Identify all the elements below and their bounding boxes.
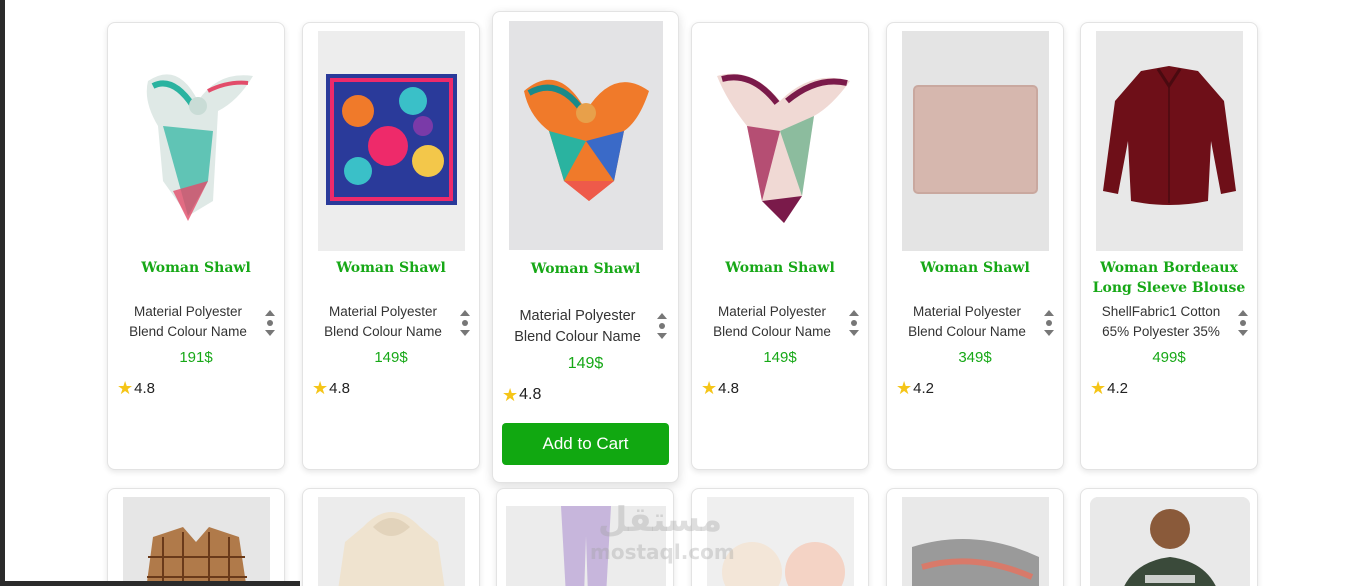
product-card[interactable] xyxy=(107,488,285,586)
product-title[interactable]: Woman Shawl xyxy=(499,259,672,279)
product-image xyxy=(318,497,465,586)
product-title[interactable]: Woman Shawl xyxy=(309,258,473,278)
product-title[interactable]: Woman Shawl xyxy=(114,258,278,278)
rating-value: 4.8 xyxy=(329,379,350,397)
star-icon: ★ xyxy=(117,378,134,398)
product-price: 499$ xyxy=(1152,349,1186,366)
scroll-arrows-icon[interactable] xyxy=(1237,306,1249,340)
product-image xyxy=(1090,497,1250,586)
scroll-arrows-icon[interactable] xyxy=(264,306,276,340)
product-card[interactable]: Woman Shawl Material Polyester Blend Col… xyxy=(691,22,869,470)
product-rating: ★ 4.2 xyxy=(1090,379,1128,397)
product-card[interactable]: Woman Shawl Material Polyester Blend Col… xyxy=(302,22,480,470)
scroll-arrows-icon[interactable] xyxy=(848,306,860,340)
product-description: Material Polyester Blend Colour Name xyxy=(908,304,1026,339)
scroll-arrows-icon[interactable] xyxy=(459,306,471,340)
product-rating: ★ 4.8 xyxy=(117,379,155,397)
scroll-arrows-icon[interactable] xyxy=(656,309,668,343)
product-card[interactable] xyxy=(1080,488,1258,586)
product-rating: ★ 4.8 xyxy=(502,386,541,404)
product-price: 149$ xyxy=(763,349,797,366)
product-price: 349$ xyxy=(958,349,992,366)
watermark: مستقل mostaql.com xyxy=(590,500,735,580)
product-card[interactable] xyxy=(886,488,1064,586)
product-description: Material Polyester Blend Colour Name xyxy=(713,304,831,339)
product-image xyxy=(123,497,270,586)
product-description: ShellFabric1 Cotton 65% Polyester 35% xyxy=(1101,304,1221,339)
star-icon: ★ xyxy=(502,385,519,405)
product-image xyxy=(1096,31,1243,251)
window-edge-bottom xyxy=(0,581,300,586)
scroll-arrows-icon[interactable] xyxy=(1043,306,1055,340)
add-to-cart-button[interactable]: Add to Cart xyxy=(502,423,669,465)
watermark-latin: mostaql.com xyxy=(590,540,735,564)
star-icon: ★ xyxy=(312,378,329,398)
product-image xyxy=(902,497,1049,586)
product-image xyxy=(318,31,465,251)
product-card[interactable]: Woman Shawl Material Polyester Blend Col… xyxy=(107,22,285,470)
star-icon: ★ xyxy=(896,378,913,398)
star-icon: ★ xyxy=(701,378,718,398)
product-card[interactable]: Woman Shawl Material Polyester Blend Col… xyxy=(886,22,1064,470)
watermark-arabic: مستقل xyxy=(597,500,723,540)
product-rating: ★ 4.2 xyxy=(896,379,934,397)
product-title[interactable]: Woman Shawl xyxy=(893,258,1057,278)
product-image xyxy=(702,31,860,251)
product-rating: ★ 4.8 xyxy=(701,379,739,397)
rating-value: 4.2 xyxy=(913,379,934,397)
product-description: Material Polyester Blend Colour Name xyxy=(129,304,247,339)
product-title[interactable]: Woman Bordeaux Long Sleeve Blouse xyxy=(1087,258,1251,298)
product-image xyxy=(118,31,276,251)
product-card[interactable]: Woman Bordeaux Long Sleeve Blouse ShellF… xyxy=(1080,22,1258,470)
rating-value: 4.8 xyxy=(134,379,155,397)
product-card[interactable] xyxy=(302,488,480,586)
rating-value: 4.8 xyxy=(519,386,542,403)
product-description: Material Polyester Blend Colour Name xyxy=(324,304,442,339)
star-icon: ★ xyxy=(1090,378,1107,398)
product-price: 149$ xyxy=(374,349,408,366)
window-edge xyxy=(0,0,5,586)
product-image xyxy=(509,21,663,250)
rating-value: 4.8 xyxy=(718,379,739,397)
product-rating: ★ 4.8 xyxy=(312,379,350,397)
rating-value: 4.2 xyxy=(1107,379,1128,397)
product-description: Material Polyester Blend Colour Name xyxy=(514,308,641,345)
product-card[interactable]: Woman Shawl Material Polyester Blend Col… xyxy=(492,11,679,483)
product-price: 149$ xyxy=(567,355,604,372)
product-title[interactable]: Woman Shawl xyxy=(698,258,862,278)
product-image xyxy=(902,31,1049,251)
product-price: 191$ xyxy=(179,349,213,366)
